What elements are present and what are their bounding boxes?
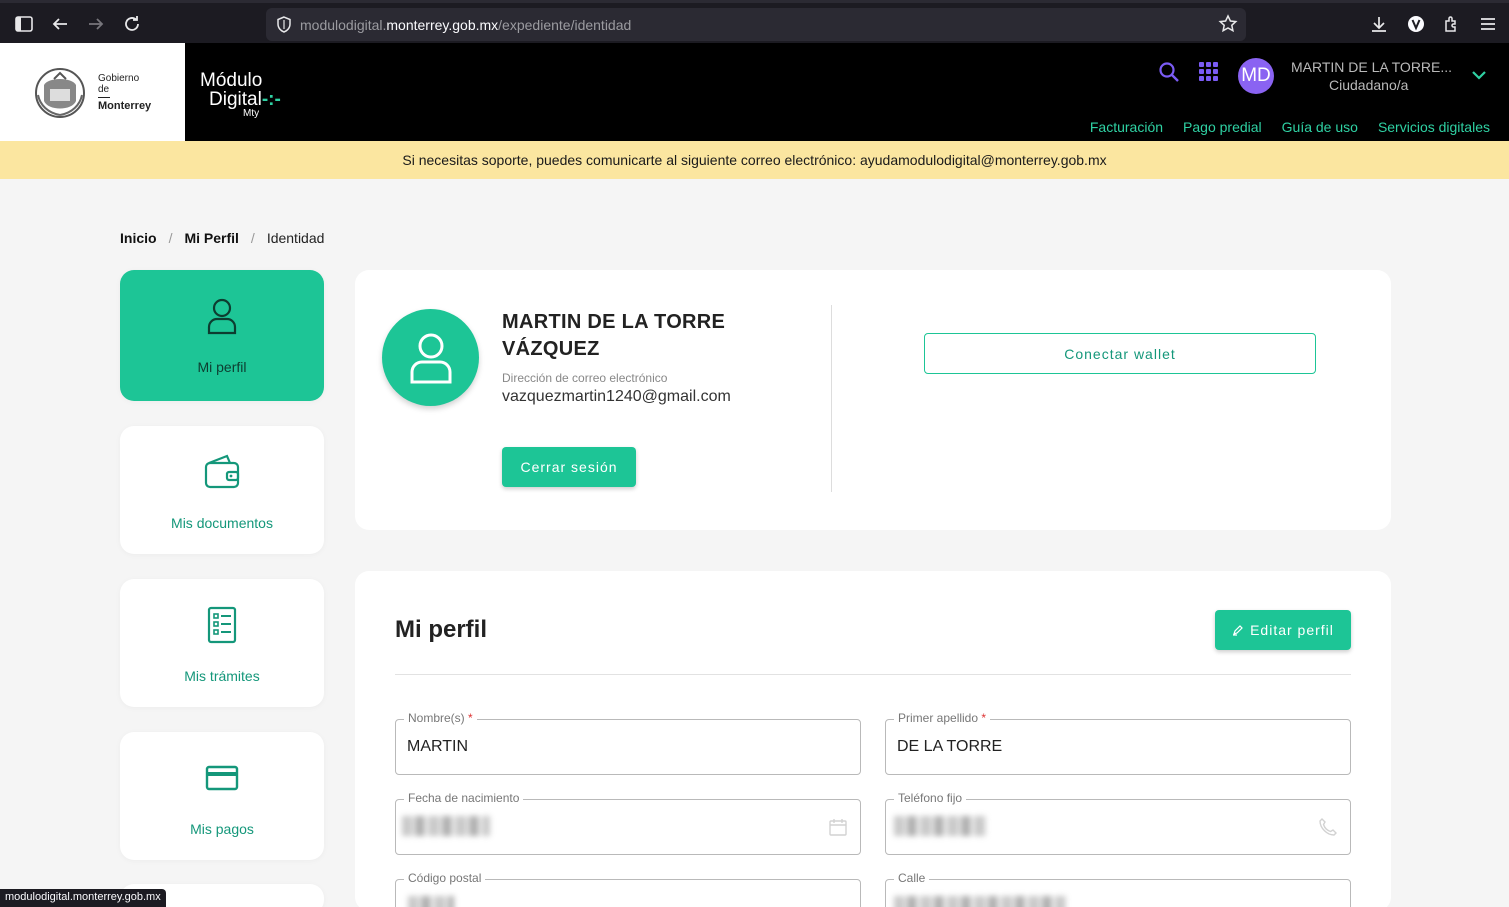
divider xyxy=(831,305,832,492)
back-icon[interactable] xyxy=(49,13,71,35)
breadcrumb-home[interactable]: Inicio xyxy=(120,230,157,246)
phone-icon xyxy=(1319,818,1337,836)
profile-full-name: MARTIN DE LA TORRE VÁZQUEZ xyxy=(502,311,726,360)
profile-email: vazquezmartin1240@gmail.com xyxy=(502,388,731,405)
breadcrumb-current: Identidad xyxy=(266,230,325,246)
redacted-value xyxy=(894,896,1066,907)
nav-servicios-digitales[interactable]: Servicios digitales xyxy=(1378,119,1490,135)
sidebar-item-label: Mi perfil xyxy=(197,359,247,375)
extensions-icon[interactable] xyxy=(1441,13,1463,35)
nombre-field[interactable]: Nombre(s) * MARTIN xyxy=(395,711,861,775)
profile-form-card: Mi perfil Editar perfil Nombre(s) * MART… xyxy=(355,571,1391,907)
search-icon[interactable] xyxy=(1158,61,1180,83)
pencil-icon xyxy=(1233,625,1243,636)
download-icon[interactable] xyxy=(1368,13,1390,35)
email-label: Dirección de correo electrónico xyxy=(502,371,668,385)
breadcrumb-separator: / xyxy=(250,230,255,246)
government-logo[interactable]: Gobierno de Monterrey xyxy=(0,43,185,141)
breadcrumb: Inicio / Mi Perfil / Identidad xyxy=(120,230,324,246)
chevron-down-icon[interactable] xyxy=(1471,69,1487,81)
checklist-icon xyxy=(203,606,241,644)
avatar[interactable]: MD xyxy=(1238,58,1274,94)
profile-avatar xyxy=(382,309,479,406)
bookmark-star-icon[interactable] xyxy=(1218,14,1238,34)
breadcrumb-separator: / xyxy=(168,230,173,246)
form-title: Mi perfil xyxy=(395,616,488,643)
field-label: Nombre(s) * xyxy=(404,711,477,725)
wallet-icon xyxy=(203,453,241,491)
profile-v-icon[interactable] xyxy=(1405,13,1427,35)
apps-grid-icon[interactable] xyxy=(1199,62,1218,81)
nav-pago-predial[interactable]: Pago predial xyxy=(1183,119,1262,135)
url-text: modulodigital.monterrey.gob.mx/expedient… xyxy=(300,17,632,33)
sidebar-item-mis-tramites[interactable]: Mis trámites xyxy=(120,579,324,707)
user-icon xyxy=(203,297,241,335)
user-icon xyxy=(410,333,451,383)
calendar-icon[interactable] xyxy=(828,817,848,837)
logout-button[interactable]: Cerrar sesión xyxy=(502,447,636,487)
header-nav: Facturación Pago predial Guía de uso Ser… xyxy=(1090,119,1490,135)
redacted-value xyxy=(408,896,454,907)
modulo-digital-logo[interactable]: Módulo Digital-:- Mty xyxy=(200,71,281,119)
sidebar-item-mis-pagos[interactable]: Mis pagos xyxy=(120,732,324,860)
menu-icon[interactable] xyxy=(1477,13,1499,35)
site-header: Gobierno de Monterrey Módulo Digital-:- … xyxy=(0,43,1509,141)
fecha-nacimiento-field[interactable]: Fecha de nacimiento xyxy=(395,791,861,855)
sidebar-item-mis-documentos[interactable]: Mis documentos xyxy=(120,426,324,554)
government-name: Gobierno de Monterrey xyxy=(98,73,152,112)
codigo-postal-field[interactable]: Código postal xyxy=(395,871,861,907)
calle-field[interactable]: Calle xyxy=(885,871,1351,907)
sidebar-item-label: Mis documentos xyxy=(171,515,273,531)
field-value: DE LA TORRE xyxy=(897,738,1003,755)
nav-guia-de-uso[interactable]: Guía de uso xyxy=(1282,119,1358,135)
primer-apellido-field[interactable]: Primer apellido * DE LA TORRE xyxy=(885,711,1351,775)
redacted-value xyxy=(402,816,490,836)
nav-facturacion[interactable]: Facturación xyxy=(1090,119,1163,135)
sidebar-toggle-icon[interactable] xyxy=(13,13,35,35)
field-label: Teléfono fijo xyxy=(894,791,967,805)
user-name[interactable]: MARTIN DE LA TORRE... xyxy=(1291,59,1452,75)
profile-summary-card: MARTIN DE LA TORRE VÁZQUEZ Dirección de … xyxy=(355,270,1391,530)
sidebar-item-label: Mis pagos xyxy=(190,821,254,837)
field-label: Primer apellido * xyxy=(894,711,991,725)
status-bar-url: modulodigital.monterrey.gob.mx xyxy=(0,889,166,907)
breadcrumb-profile[interactable]: Mi Perfil xyxy=(184,230,238,246)
edit-profile-button[interactable]: Editar perfil xyxy=(1215,610,1351,650)
forward-icon[interactable] xyxy=(85,13,107,35)
user-role: Ciudadano/a xyxy=(1329,77,1409,93)
sidebar-item-label: Mis trámites xyxy=(184,668,260,684)
redacted-value xyxy=(894,816,986,836)
shield-icon xyxy=(277,16,291,33)
sidebar-item-mi-perfil[interactable]: Mi perfil xyxy=(120,270,324,401)
field-value: MARTIN xyxy=(407,738,469,755)
field-label: Fecha de nacimiento xyxy=(404,791,524,805)
connect-wallet-button[interactable]: Conectar wallet xyxy=(924,333,1316,374)
field-label: Calle xyxy=(894,871,930,885)
divider xyxy=(395,674,1351,675)
monterrey-seal-icon xyxy=(35,68,85,118)
field-label: Código postal xyxy=(404,871,486,885)
address-bar[interactable]: modulodigital.monterrey.gob.mx/expedient… xyxy=(266,8,1246,41)
reload-icon[interactable] xyxy=(121,13,143,35)
telefono-fijo-field[interactable]: Teléfono fijo xyxy=(885,791,1351,855)
support-banner: Si necesitas soporte, puedes comunicarte… xyxy=(0,141,1509,179)
browser-toolbar: modulodigital.monterrey.gob.mx/expedient… xyxy=(0,0,1509,43)
credit-card-icon xyxy=(203,759,241,797)
